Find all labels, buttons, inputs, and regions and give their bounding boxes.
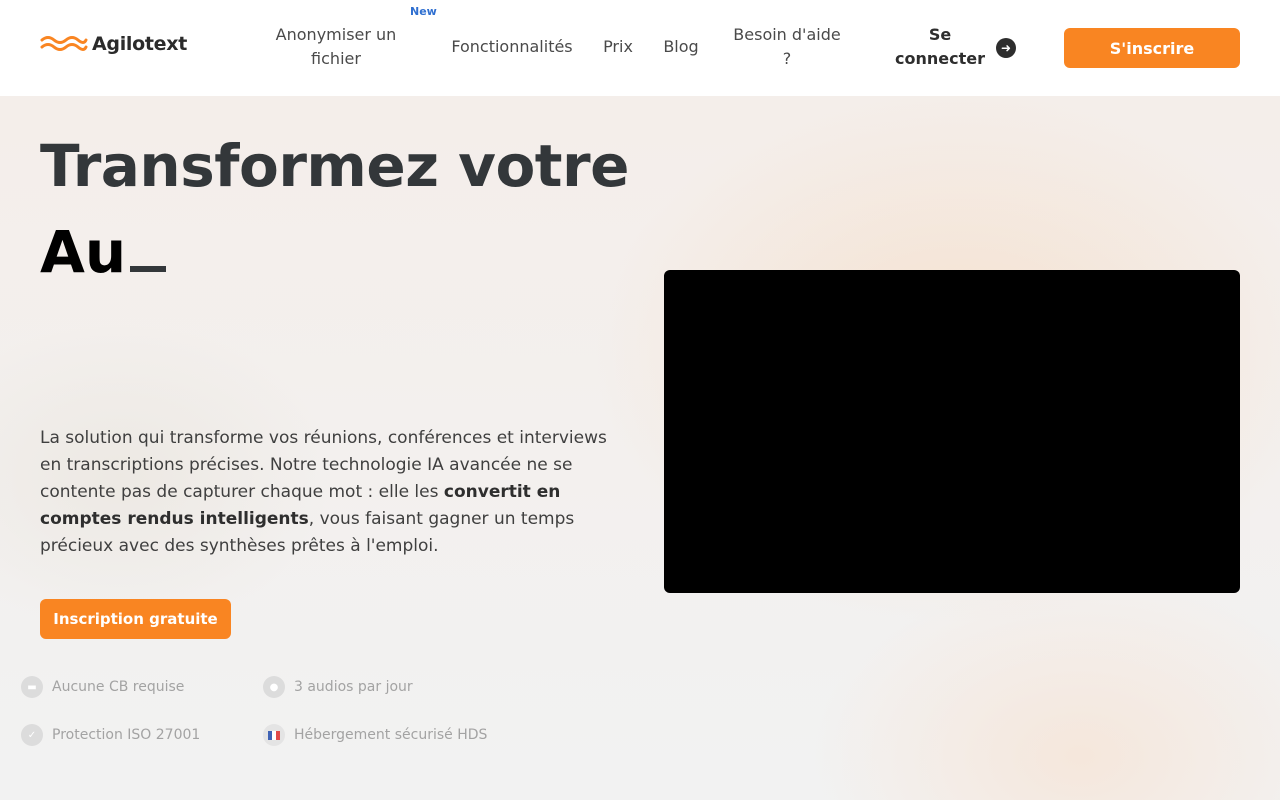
shield-icon: ✓ (21, 724, 43, 746)
login-link[interactable]: Se connecter (890, 23, 990, 71)
wave-logo-icon (40, 36, 88, 51)
demo-video-player[interactable] (664, 270, 1240, 593)
feature-no-card: ▬ Aucune CB requise (21, 676, 184, 698)
site-header: Agilotext New Anonymiser un fichier Fonc… (0, 0, 1280, 96)
nav-item-features[interactable]: Fonctionnalités (445, 35, 579, 59)
new-badge: New (410, 5, 437, 18)
typing-caret (130, 266, 167, 272)
nav-item-pricing[interactable]: Prix (598, 35, 638, 59)
feature-label: Aucune CB requise (52, 679, 185, 695)
feature-hds: Hébergement sécurisé HDS (263, 724, 487, 746)
french-flag-icon (263, 724, 285, 746)
feature-iso: ✓ Protection ISO 27001 (21, 724, 200, 746)
feature-label: 3 audios par jour (294, 679, 413, 695)
brand-logo[interactable]: Agilotext (40, 32, 187, 56)
brand-name: Agilotext (92, 33, 187, 55)
arrow-right-icon[interactable]: ➜ (996, 38, 1016, 58)
hero-description: La solution qui transforme vos réunions,… (40, 425, 620, 560)
hero-title: Transformez votre (40, 132, 629, 200)
hero-typed-word: Au (40, 216, 167, 288)
feature-label: Hébergement sécurisé HDS (294, 727, 488, 743)
card-icon: ▬ (21, 676, 43, 698)
nav-item-help[interactable]: Besoin d'aide ? (727, 23, 847, 71)
feature-audios: ● 3 audios par jour (263, 676, 413, 698)
signup-button[interactable]: S'inscrire (1064, 28, 1240, 68)
typed-text: Au (40, 218, 127, 286)
feature-label: Protection ISO 27001 (52, 727, 201, 743)
nav-item-blog[interactable]: Blog (657, 35, 705, 59)
free-icon: ● (263, 676, 285, 698)
nav-item-anonymize[interactable]: Anonymiser un fichier (266, 23, 406, 71)
free-signup-button[interactable]: Inscription gratuite (40, 599, 231, 639)
